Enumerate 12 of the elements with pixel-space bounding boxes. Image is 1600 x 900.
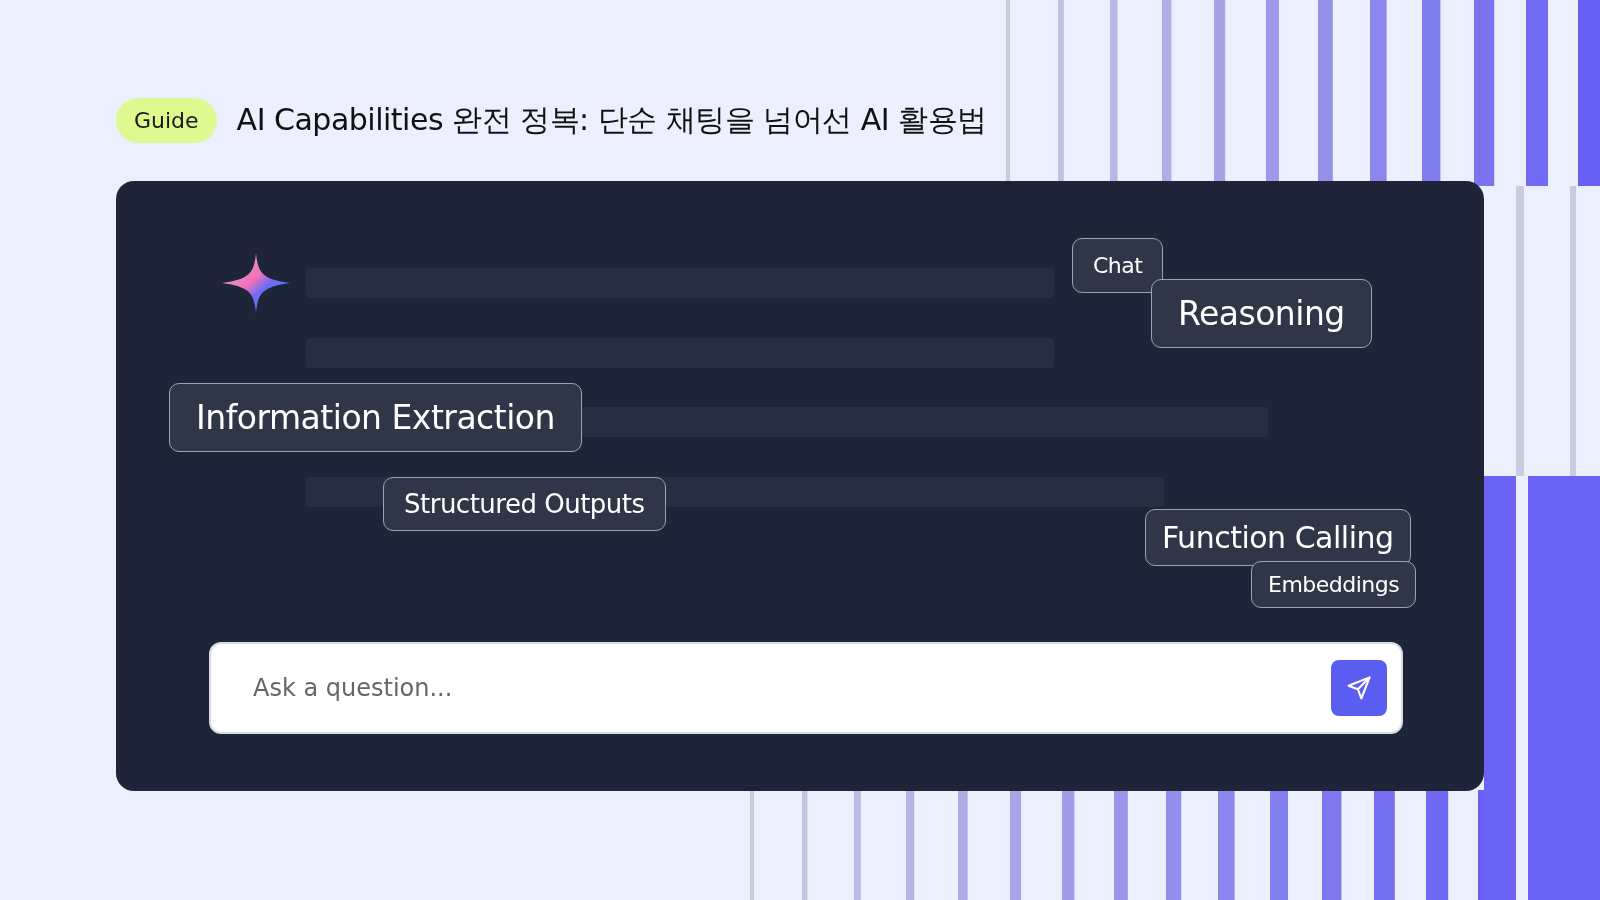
capability-chip: Information Extraction xyxy=(169,383,582,452)
question-field[interactable]: Ask a question... xyxy=(209,642,1403,734)
guide-badge: Guide xyxy=(116,98,217,143)
capability-chip: Reasoning xyxy=(1151,279,1372,348)
capability-chip: Chat xyxy=(1072,238,1164,293)
capability-chip: Function Calling xyxy=(1145,509,1411,566)
send-icon xyxy=(1345,674,1373,702)
send-button[interactable] xyxy=(1331,660,1387,716)
question-field[interactable]: Ask a question... xyxy=(251,673,1331,703)
capability-chip: Embeddings xyxy=(1251,561,1417,608)
capability-chip: Structured Outputs xyxy=(383,477,666,531)
article-title: AI Capabilities 완전 정복: 단순 채팅을 넘어선 AI 활용법 xyxy=(236,101,987,139)
